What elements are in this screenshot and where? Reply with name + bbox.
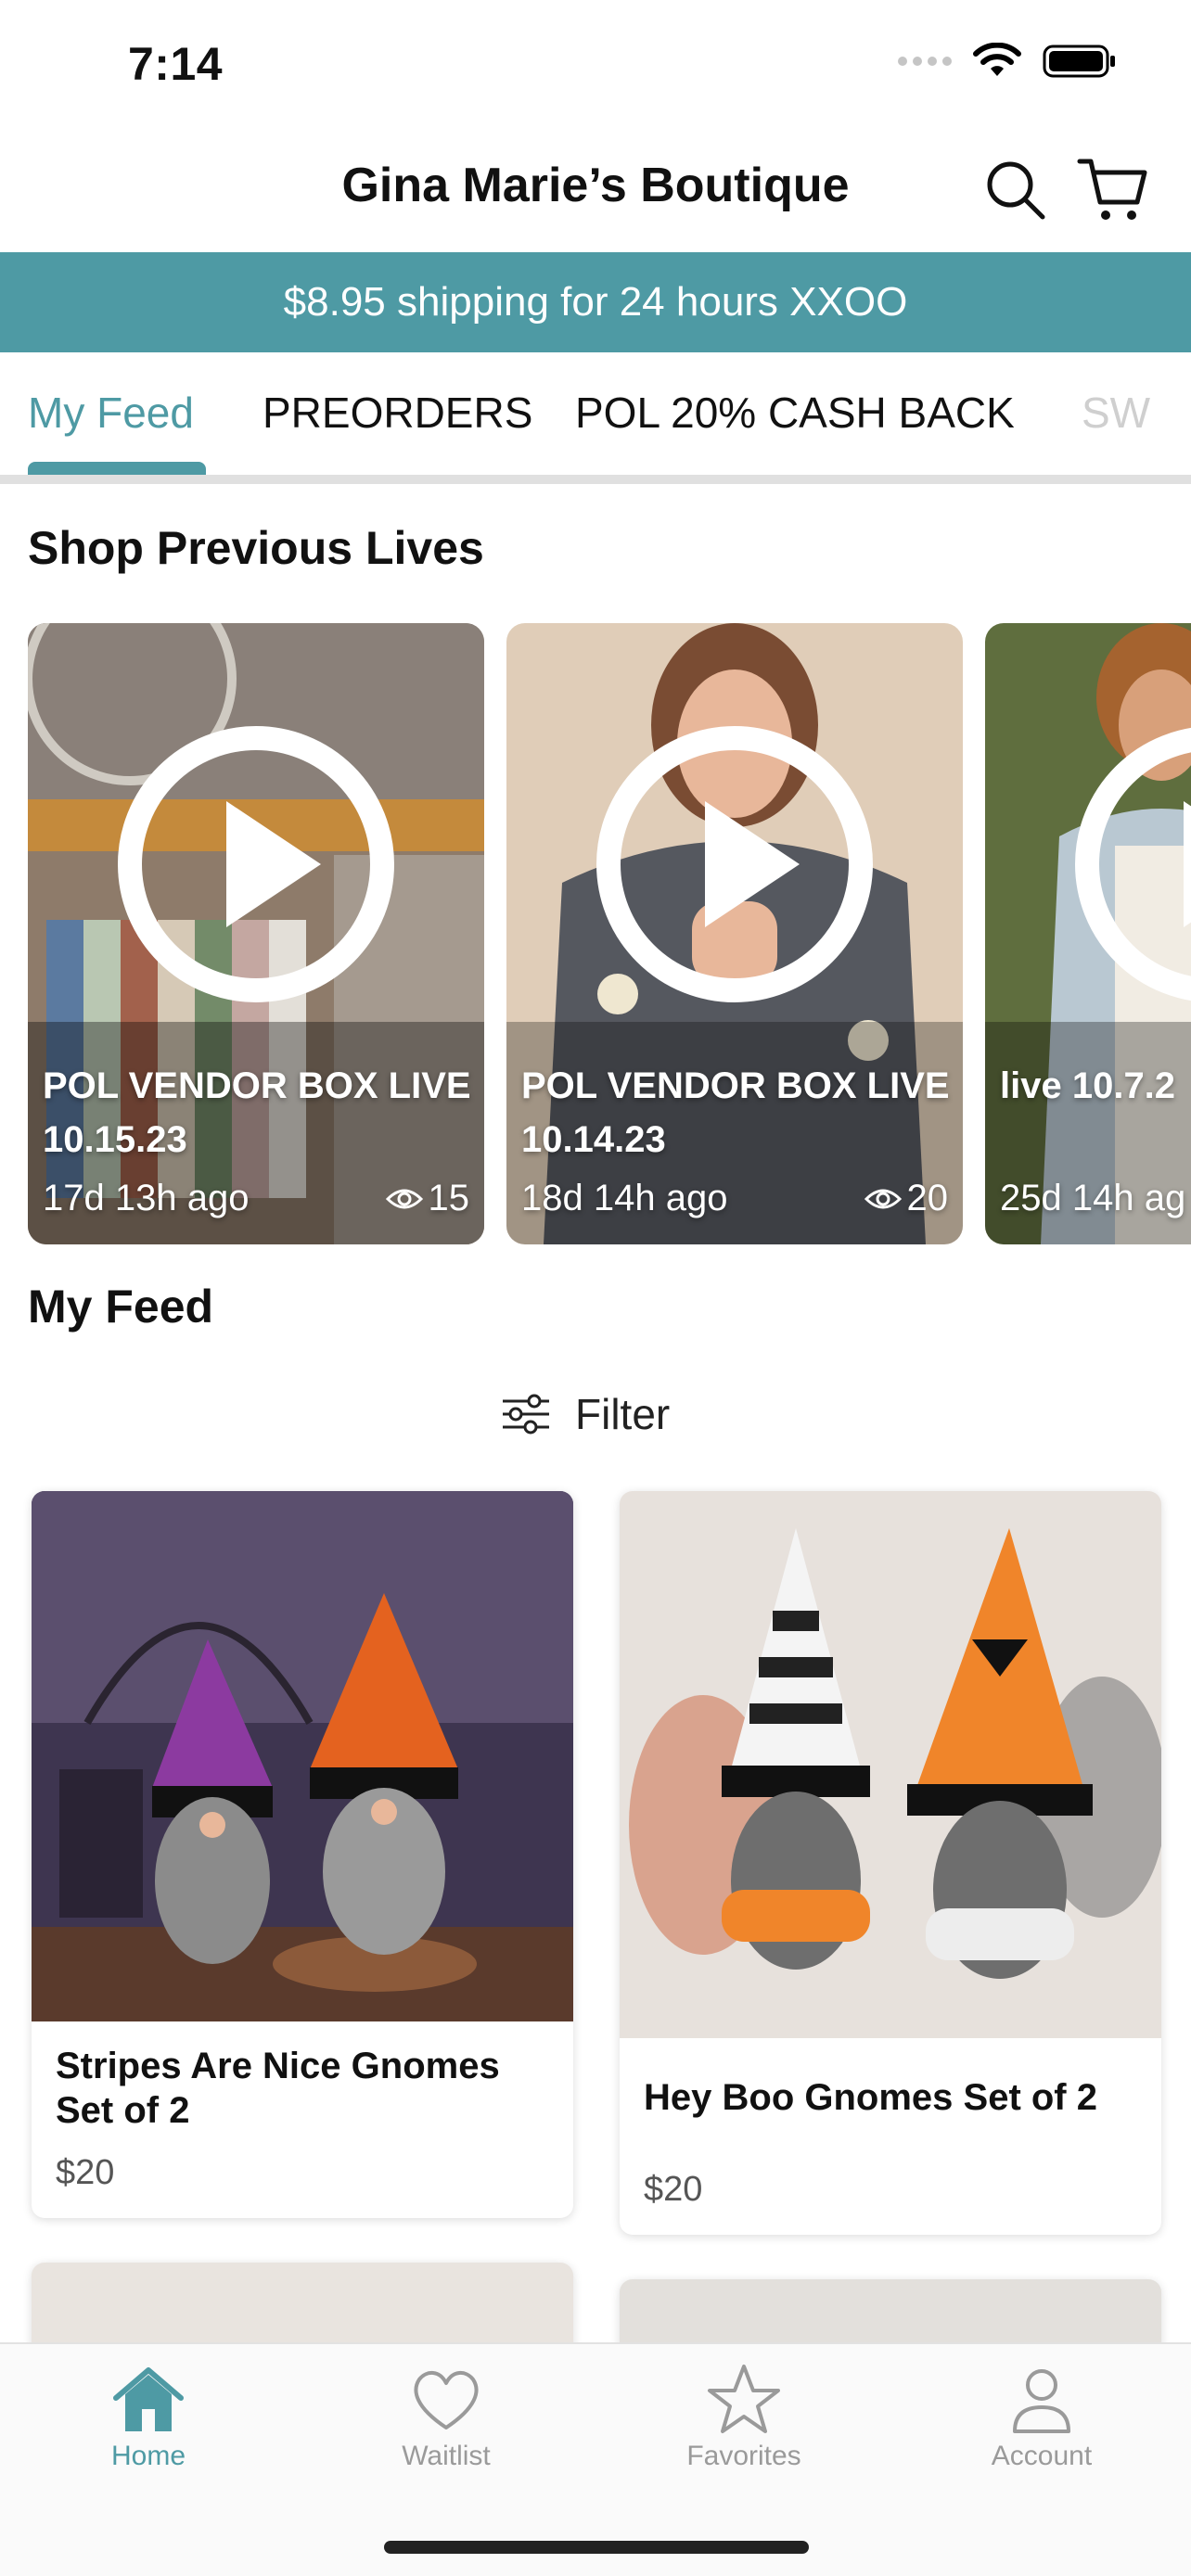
tab-sw[interactable]: SW: [1082, 388, 1150, 438]
live-view-count: 20: [864, 1178, 949, 1219]
status-time: 7:14: [128, 38, 224, 90]
views-value: 15: [428, 1178, 470, 1218]
shipping-banner[interactable]: $8.95 shipping for 24 hours XXOO: [0, 252, 1191, 352]
category-tabs: My Feed PREORDERS POL 20% CASH BACK SW: [0, 352, 1191, 491]
star-icon: [708, 2365, 780, 2433]
live-card[interactable]: live 10.7.2 25d 14h ag: [985, 623, 1191, 1244]
person-icon: [1013, 2369, 1070, 2433]
nav-item-favorites[interactable]: Favorites: [651, 2359, 837, 2472]
wifi-icon: [973, 43, 1021, 76]
tabs-divider: [0, 475, 1191, 484]
filter-icon: [503, 1394, 549, 1435]
live-title: POL VENDOR BOX LIVE 10.15.23: [43, 1065, 471, 1160]
nav-label-waitlist: Waitlist: [402, 2441, 491, 2471]
app-header: Gina Marie’s Boutique: [0, 130, 1191, 252]
live-title: live 10.7.2: [1000, 1065, 1176, 1106]
product-name: Hey Boo Gnomes Set of 2: [644, 2077, 1097, 2118]
nav-label-account: Account: [991, 2441, 1093, 2471]
previous-lives-title: Shop Previous Lives: [28, 522, 484, 574]
home-icon: [113, 2367, 184, 2431]
signal-icon: [898, 57, 952, 66]
product-price: $20: [644, 2170, 703, 2209]
product-price: $20: [56, 2153, 115, 2192]
play-icon[interactable]: [1074, 725, 1191, 1003]
heart-icon: [414, 2371, 479, 2429]
live-view-count: 15: [385, 1178, 470, 1219]
product-image: [32, 1491, 573, 2021]
product-image: [620, 1491, 1161, 2038]
cart-icon[interactable]: [1076, 152, 1150, 226]
views-value: 20: [906, 1178, 949, 1218]
home-indicator[interactable]: [384, 2541, 809, 2554]
product-card[interactable]: Hey Boo Gnomes Set of 2 $20: [620, 1491, 1161, 2235]
live-timestamp: 25d 14h ag: [1000, 1178, 1186, 1218]
nav-item-home[interactable]: Home: [56, 2359, 241, 2472]
eye-icon: [385, 1189, 423, 1208]
nav-label-favorites: Favorites: [686, 2441, 801, 2471]
live-title: POL VENDOR BOX LIVE 10.14.23: [521, 1065, 950, 1160]
play-icon[interactable]: [117, 725, 395, 1003]
product-card[interactable]: Stripes Are Nice Gnomes Set of 2 $20: [32, 1491, 573, 2218]
play-icon[interactable]: [596, 725, 874, 1003]
tab-my-feed[interactable]: My Feed: [28, 388, 194, 438]
eye-icon: [864, 1189, 902, 1208]
live-card[interactable]: POL VENDOR BOX LIVE 10.15.23 17d 13h ago…: [28, 623, 484, 1244]
tab-preorders[interactable]: PREORDERS: [263, 388, 532, 438]
live-card[interactable]: POL VENDOR BOX LIVE 10.14.23 18d 14h ago…: [506, 623, 963, 1244]
filter-label: Filter: [575, 1390, 671, 1438]
battery-icon: [1043, 45, 1115, 78]
status-bar: 7:14: [0, 0, 1191, 130]
status-icons: [898, 43, 1117, 80]
filter-button[interactable]: Filter: [501, 1382, 670, 1447]
previous-lives-carousel: POL VENDOR BOX LIVE 10.15.23 17d 13h ago…: [0, 623, 1191, 1244]
nav-item-account[interactable]: Account: [949, 2359, 1134, 2472]
nav-item-waitlist[interactable]: Waitlist: [353, 2359, 539, 2472]
nav-label-home: Home: [110, 2441, 186, 2471]
feed-title: My Feed: [28, 1281, 214, 1333]
product-name: Stripes Are Nice Gnomes Set of 2: [56, 2046, 500, 2131]
live-timestamp: 18d 14h ago: [521, 1178, 728, 1218]
live-timestamp: 17d 13h ago: [43, 1178, 250, 1218]
tab-pol-cash-back[interactable]: POL 20% CASH BACK: [575, 388, 1015, 438]
search-icon[interactable]: [983, 158, 1048, 223]
